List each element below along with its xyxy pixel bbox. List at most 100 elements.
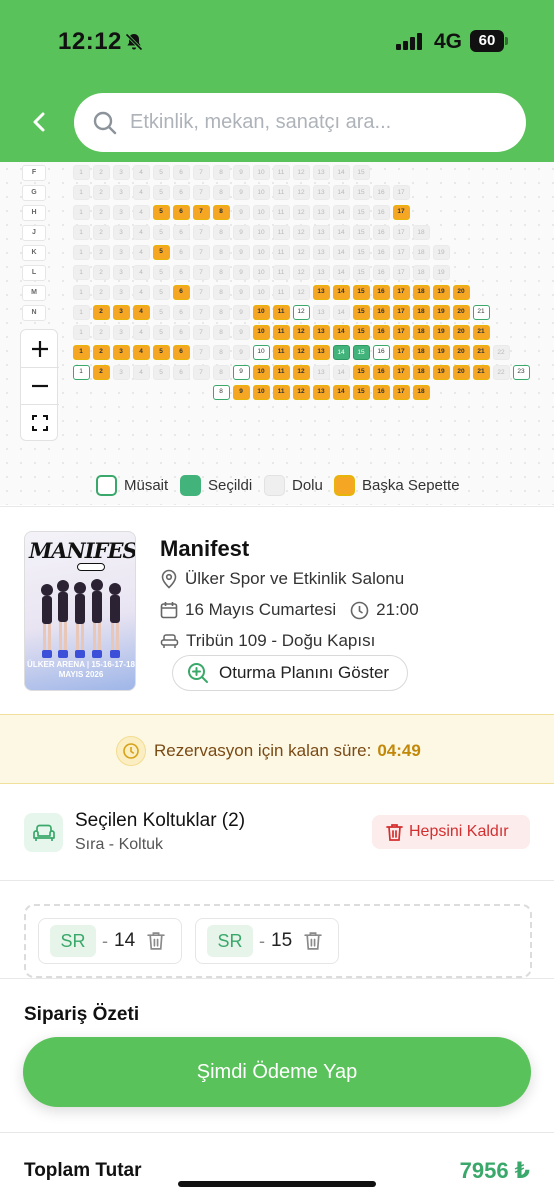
zoom-out-button[interactable] [21, 367, 59, 404]
row-label: G [22, 184, 46, 201]
seat-taken: 3 [112, 165, 130, 180]
seat-taken: 7 [192, 265, 210, 280]
seat-taken: 19 [432, 245, 450, 260]
seat-taken: 1 [72, 225, 90, 240]
seat-in-other-cart: 20 [452, 325, 470, 340]
seat-in-other-cart: 11 [272, 345, 290, 360]
legend-selected: Seçildi [180, 474, 252, 496]
seat-taken: 8 [212, 345, 230, 360]
seat-in-other-cart: 2 [92, 345, 110, 360]
seat-available[interactable]: 12 [292, 305, 310, 320]
seat-in-other-cart: 6 [172, 285, 190, 300]
seat-taken: 10 [252, 205, 270, 220]
seat-in-other-cart: 21 [472, 345, 490, 360]
seat-taken: 10 [252, 245, 270, 260]
seat-taken: 16 [372, 185, 390, 200]
seat-number: 14 [114, 930, 136, 951]
seat-taken: 5 [152, 365, 170, 380]
seat-taken: 4 [132, 245, 150, 260]
seat-in-other-cart: 15 [352, 365, 370, 380]
seat-available[interactable]: 8 [212, 385, 230, 400]
seat-available[interactable]: 16 [372, 345, 390, 360]
fit-screen-button[interactable] [21, 404, 59, 441]
seat-taken: 7 [192, 165, 210, 180]
seat-taken: 17 [392, 265, 410, 280]
seat-available[interactable]: 23 [512, 365, 530, 380]
seat-in-other-cart: 17 [392, 345, 410, 360]
search-input[interactable] [130, 93, 510, 152]
event-title: Manifest [160, 536, 250, 561]
seat-in-other-cart: 17 [392, 285, 410, 300]
seat-in-other-cart: 15 [352, 385, 370, 400]
seat-available[interactable]: 10 [252, 345, 270, 360]
seat-taken: 7 [192, 185, 210, 200]
event-date: 16 Mayıs Cumartesi [185, 600, 337, 619]
selected-seat-list: SR - 14 SR - 15 [24, 904, 532, 978]
legend-taken: Dolu [264, 474, 323, 496]
seat-icon [160, 634, 179, 648]
order-summary-title: Sipariş Özeti [24, 1004, 140, 1025]
poster-subtitle: ÜLKER ARENA | 15-16-17-18 MAYIS 2026 [27, 660, 135, 679]
seat-in-other-cart: 10 [252, 365, 270, 380]
seat-taken: 16 [372, 245, 390, 260]
seat-selected[interactable]: 15 [352, 345, 370, 360]
seat-selected[interactable]: 14 [332, 345, 350, 360]
seat-taken: 3 [112, 325, 130, 340]
seat-in-other-cart: 6 [172, 345, 190, 360]
seat-taken: 1 [72, 285, 90, 300]
poster-artwork [41, 579, 121, 658]
seat-taken: 18 [412, 265, 430, 280]
seat-taken: 2 [92, 245, 110, 260]
seat-in-other-cart: 5 [152, 245, 170, 260]
seat-in-other-cart: 18 [412, 385, 430, 400]
seat-taken: 11 [272, 265, 290, 280]
seat-available[interactable]: 1 [72, 365, 90, 380]
seat-map[interactable]: F 1 2 3 4 5 6 7 8 9 10 11 12 13 14 15 G 1 2 3 4 5 6 7 8 9 10 11 12 13… [0, 162, 554, 505]
search-bar[interactable] [74, 93, 526, 152]
seat-taken: 9 [232, 245, 250, 260]
seat-taken: 4 [132, 285, 150, 300]
seat-taken: 14 [332, 305, 350, 320]
seat-taken: 14 [332, 265, 350, 280]
seat-taken: 3 [112, 365, 130, 380]
seat-in-other-cart: 12 [292, 365, 310, 380]
seat-taken: 7 [192, 305, 210, 320]
seat-taken: 9 [232, 285, 250, 300]
seat-taken: 3 [112, 285, 130, 300]
seat-taken: 3 [112, 265, 130, 280]
seat-taken: 6 [172, 225, 190, 240]
seat-in-other-cart: 18 [412, 345, 430, 360]
zoom-in-button[interactable] [21, 330, 59, 367]
back-button[interactable] [22, 104, 58, 140]
network-type: 4G [434, 30, 463, 53]
row-label: N [22, 304, 46, 321]
seat-taken: 5 [152, 325, 170, 340]
seat-in-other-cart: 20 [452, 305, 470, 320]
seat-in-other-cart: 4 [132, 305, 150, 320]
seat-taken: 5 [152, 285, 170, 300]
seat-in-other-cart: 20 [452, 285, 470, 300]
seat-taken: 7 [192, 365, 210, 380]
home-indicator[interactable] [178, 1181, 376, 1187]
seat-taken: 10 [252, 225, 270, 240]
remove-all-button[interactable]: Hepsini Kaldır [372, 815, 530, 849]
seat-taken: 16 [372, 205, 390, 220]
seat-taken: 13 [312, 265, 330, 280]
legend-in-other-cart: Başka Sepette [334, 474, 460, 496]
seat-in-other-cart: 14 [332, 325, 350, 340]
seat-available[interactable]: 21 [472, 305, 490, 320]
trash-icon[interactable] [147, 931, 165, 951]
pay-now-button[interactable]: Şimdi Ödeme Yap [23, 1037, 531, 1107]
seat-in-other-cart: 16 [372, 385, 390, 400]
seat-taken: 18 [412, 245, 430, 260]
trash-icon[interactable] [304, 931, 322, 951]
map-zoom-controls [20, 329, 59, 441]
seat-in-other-cart: 11 [272, 305, 290, 320]
seat-taken: 12 [292, 245, 310, 260]
seat-taken: 12 [292, 165, 310, 180]
seat-taken: 12 [292, 205, 310, 220]
seat-taken: 7 [192, 245, 210, 260]
seat-taken: 4 [132, 225, 150, 240]
seat-available[interactable]: 9 [232, 365, 250, 380]
show-seating-plan-button[interactable]: Oturma Planını Göster [172, 655, 408, 691]
